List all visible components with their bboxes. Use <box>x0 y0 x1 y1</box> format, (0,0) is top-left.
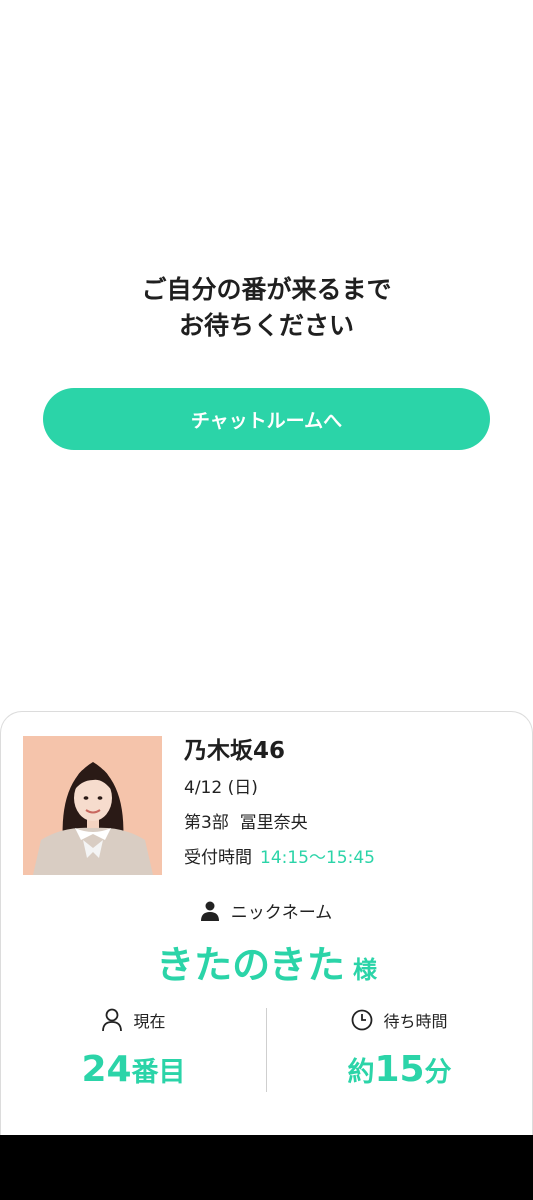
current-number: 24 <box>81 1049 132 1090</box>
current-unit: 番目 <box>131 1057 186 1088</box>
member-photo <box>23 736 162 875</box>
current-position: 現在 24番目 <box>1 1006 266 1096</box>
current-label-row: 現在 <box>1 1006 266 1034</box>
wait-unit: 分 <box>424 1057 452 1088</box>
group-name: 乃木坂46 <box>184 738 286 764</box>
nickname-suffix: 様 <box>352 956 377 984</box>
member-portrait-image <box>23 736 162 875</box>
person-icon <box>200 901 219 921</box>
reception-label: 受付時間 <box>184 848 252 868</box>
event-info: 乃木坂46 4/12 (日) 第3部 冨里奈央 受付時間 14:15〜15:45 <box>184 736 375 881</box>
nickname-label-row: ニックネーム <box>1 898 532 923</box>
queue-stats: 現在 24番目 待ち時間 約15分 <box>1 1006 532 1094</box>
session-line: 第3部 冨里奈央 <box>184 811 375 835</box>
waiting-message-line2: お待ちください <box>178 311 354 340</box>
waiting-screen: ご自分の番が来るまで お待ちください チャットルームへ 乃木坂46 4/12 (… <box>0 0 533 1200</box>
waiting-message: ご自分の番が来るまで お待ちください <box>0 272 533 344</box>
event-date: 4/12 (日) <box>184 778 258 798</box>
wait-label-row: 待ち時間 <box>267 1006 532 1034</box>
wait-prefix: 約 <box>347 1057 375 1088</box>
chat-room-button[interactable]: チャットルームへ <box>43 388 490 450</box>
nickname-row: きたのきた様 <box>1 934 532 989</box>
current-label: 現在 <box>133 1012 166 1031</box>
system-navigation-bar <box>0 1135 533 1200</box>
reception-time: 14:15〜15:45 <box>260 848 375 868</box>
user-outline-icon <box>102 1008 123 1032</box>
current-value: 24番目 <box>1 1050 266 1096</box>
wait-value: 約15分 <box>267 1050 532 1096</box>
session-label: 第3部 <box>184 813 229 833</box>
wait-label: 待ち時間 <box>383 1012 448 1031</box>
nickname-label: ニックネーム <box>230 903 333 923</box>
clock-icon <box>352 1009 373 1031</box>
waiting-message-line1: ご自分の番が来るまで <box>141 275 392 304</box>
wait-number: 15 <box>374 1049 425 1090</box>
ticket-card: 乃木坂46 4/12 (日) 第3部 冨里奈央 受付時間 14:15〜15:45 … <box>0 711 533 1152</box>
reception-line: 受付時間 14:15〜15:45 <box>184 846 375 870</box>
member-name: 冨里奈央 <box>239 813 308 833</box>
nickname-value: きたのきた <box>156 943 345 987</box>
wait-time: 待ち時間 約15分 <box>267 1006 532 1096</box>
